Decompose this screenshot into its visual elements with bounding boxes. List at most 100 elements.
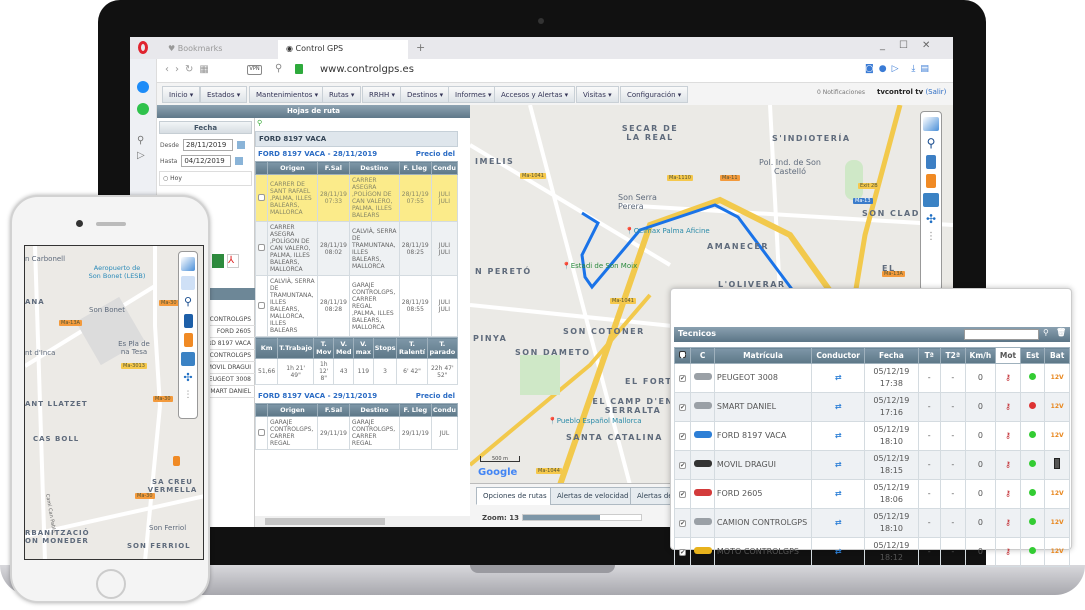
- menu-configuracion[interactable]: Configuración ▾: [620, 86, 689, 103]
- poi-pueblo-espanol[interactable]: 📍Pueblo Español Mallorca: [548, 417, 642, 425]
- excel-icon[interactable]: [212, 254, 224, 268]
- zoom-slider[interactable]: [522, 514, 642, 521]
- col-fsal[interactable]: F.Sal: [316, 403, 350, 417]
- menu-informes[interactable]: Informes ▾: [448, 86, 499, 103]
- eraser-icon[interactable]: [923, 117, 939, 131]
- browser-extension-icons[interactable]: ◙●▷ ⤓▤: [865, 64, 934, 74]
- zoom-search-icon[interactable]: ⚲: [923, 136, 939, 150]
- fleet-row[interactable]: ✔ SMART DANIEL ⇄ 05/12/19 17:16 - -0 ⚷ 12V: [673, 392, 1070, 422]
- menu-accesos-alertas[interactable]: Accesos y Alertas ▾: [494, 86, 576, 103]
- trash-icon[interactable]: 🗑: [1056, 328, 1066, 337]
- poi-cinema[interactable]: 📍Ocimax Palma Aficine: [625, 227, 710, 235]
- grid-icon[interactable]: [181, 276, 195, 290]
- orange-marker-icon[interactable]: [926, 174, 936, 188]
- swap-driver-icon[interactable]: ⇄: [811, 537, 866, 567]
- col-destino[interactable]: Destino: [348, 403, 400, 417]
- row-checkbox[interactable]: ✔: [673, 421, 692, 451]
- row-checkbox[interactable]: ✔: [673, 392, 692, 422]
- radio-hoy[interactable]: ○ Hoy: [159, 171, 252, 186]
- orange-marker-icon[interactable]: [184, 333, 193, 347]
- blue-marker-icon[interactable]: [184, 314, 193, 328]
- row-checkbox[interactable]: [258, 193, 265, 201]
- route-row[interactable]: CALVIÀ, SERRA DE TRAMUNTANA, ILLES BALEA…: [255, 275, 459, 337]
- calendar-icon[interactable]: [236, 141, 245, 149]
- fullscreen-icon[interactable]: ✣: [923, 212, 939, 226]
- tab-opciones-rutas[interactable]: Opciones de rutas: [476, 487, 554, 505]
- col-fsal[interactable]: F.Sal: [316, 161, 350, 175]
- swap-driver-icon[interactable]: ⇄: [811, 363, 866, 393]
- search-icon[interactable]: ⚲: [137, 135, 149, 146]
- calendar-icon[interactable]: [235, 157, 244, 165]
- building-icon[interactable]: [181, 352, 195, 366]
- phone-map[interactable]: n Carbonell Aeropuerto de Son Bonet (LES…: [24, 245, 204, 560]
- whatsapp-icon[interactable]: [137, 103, 149, 115]
- fleet-row[interactable]: ✔ MOVIL DRAGUI ⇄ 05/12/19 18:15 - -0 ⚷: [673, 450, 1070, 480]
- route-row[interactable]: GARAJE CONTROLGPS, CARRER REGAL 29/11/19 G…: [255, 416, 459, 450]
- col-kmh[interactable]: Km/h: [964, 347, 997, 364]
- col-flleg[interactable]: F. Lleg: [398, 403, 432, 417]
- col-motor[interactable]: Mot: [995, 347, 1021, 364]
- url-field[interactable]: www.controlgps.es: [320, 64, 414, 75]
- menu-mantenimientos[interactable]: Mantenimientos ▾: [249, 86, 326, 103]
- swap-driver-icon[interactable]: ⇄: [811, 479, 866, 509]
- fleet-row[interactable]: ✔ FORD 2605 ⇄ 05/12/19 18:06 - -0 ⚷ 12V: [673, 479, 1070, 509]
- tab-bookmarks[interactable]: ♥ Bookmarks: [160, 40, 275, 59]
- fleet-row[interactable]: ✔ CAMION CONTROLGPS ⇄ 05/12/19 18:10 - -0 ⚷ 12V: [673, 508, 1070, 538]
- fullscreen-icon[interactable]: ✣: [181, 371, 195, 385]
- pdf-icon[interactable]: ⅄: [227, 254, 239, 268]
- zoom-search-icon[interactable]: ⚲: [181, 295, 195, 309]
- route-row[interactable]: CARRER ASEGRA ,POLÍGON DE CAN VALERO, PA…: [255, 221, 459, 276]
- row-checkbox[interactable]: [258, 428, 265, 436]
- fleet-search-input[interactable]: [964, 329, 1039, 340]
- tab-alertas-velocidad[interactable]: Alertas de velocidad: [550, 487, 636, 505]
- col-destino[interactable]: Destino: [348, 161, 400, 175]
- col-conductor[interactable]: Conductor: [811, 347, 866, 364]
- traffic-light-icon[interactable]: ⋮: [181, 390, 195, 404]
- fleet-row[interactable]: ✔ PEUGEOT 3008 ⇄ 05/12/19 17:38 - -0 ⚷ 12V: [673, 363, 1070, 393]
- select-all-checkbox[interactable]: ✔: [673, 347, 692, 364]
- row-checkbox[interactable]: ✔: [673, 537, 692, 567]
- opera-logo-icon[interactable]: [138, 41, 148, 54]
- logout-link[interactable]: (Salir): [925, 88, 946, 96]
- search-map-icon[interactable]: ⚲: [255, 118, 470, 131]
- col-flleg[interactable]: F. Lleg: [398, 161, 432, 175]
- menu-inicio[interactable]: Inicio ▾: [162, 86, 201, 103]
- route-row[interactable]: CARRER DE SANT RAFAEL ,PALMA, ILLES BALE…: [255, 174, 459, 222]
- col-temp[interactable]: Tª: [917, 347, 941, 364]
- menu-visitas[interactable]: Visitas ▾: [576, 86, 619, 103]
- close-icon[interactable]: ✕: [922, 40, 944, 51]
- window-controls[interactable]: _☐✕: [880, 40, 944, 51]
- col-fecha[interactable]: Fecha: [864, 347, 919, 364]
- messenger-icon[interactable]: [137, 81, 149, 93]
- notifications[interactable]: 0 Notificaciones: [817, 89, 865, 96]
- send-icon[interactable]: ▷: [137, 150, 149, 161]
- traffic-light-icon[interactable]: ⋮: [923, 231, 939, 245]
- hasta-input[interactable]: 04/12/2019: [181, 155, 232, 167]
- minimize-icon[interactable]: _: [880, 40, 899, 51]
- swap-driver-icon[interactable]: ⇄: [811, 421, 866, 451]
- fleet-row[interactable]: ✔ MOTO CONTROLGPS ⇄ 05/12/19 18:12 - -0 ⚷ 12V: [673, 537, 1070, 567]
- scroll-thumb[interactable]: [265, 518, 385, 525]
- new-tab-button[interactable]: +: [416, 41, 425, 54]
- col-origen[interactable]: Origen: [267, 403, 318, 417]
- vpn-icon[interactable]: VPN: [247, 65, 262, 75]
- menu-rutas[interactable]: Rutas ▾: [322, 86, 362, 103]
- row-checkbox[interactable]: [258, 301, 265, 309]
- building-icon[interactable]: [923, 193, 939, 207]
- eraser-icon[interactable]: [181, 257, 195, 271]
- maximize-icon[interactable]: ☐: [899, 40, 922, 51]
- row-checkbox[interactable]: ✔: [673, 450, 692, 480]
- col-origen[interactable]: Origen: [267, 161, 318, 175]
- search-icon[interactable]: ⚲: [275, 63, 282, 74]
- fleet-row[interactable]: ✔ FORD 8197 VACA ⇄ 05/12/19 18:10 - -0 ⚷ 12V: [673, 421, 1070, 451]
- col-conductor[interactable]: Condu: [430, 161, 459, 175]
- col-matricula[interactable]: Matrícula: [713, 347, 813, 364]
- blue-marker-icon[interactable]: [926, 155, 936, 169]
- row-checkbox[interactable]: [258, 244, 265, 251]
- col-temp2[interactable]: T2ª: [940, 347, 966, 364]
- swap-driver-icon[interactable]: ⇄: [811, 392, 866, 422]
- menu-rrhh[interactable]: RRHH ▾: [362, 86, 403, 103]
- swap-driver-icon[interactable]: ⇄: [811, 450, 866, 480]
- col-estado[interactable]: Est: [1019, 347, 1046, 364]
- menu-destinos[interactable]: Destinos ▾: [400, 86, 451, 103]
